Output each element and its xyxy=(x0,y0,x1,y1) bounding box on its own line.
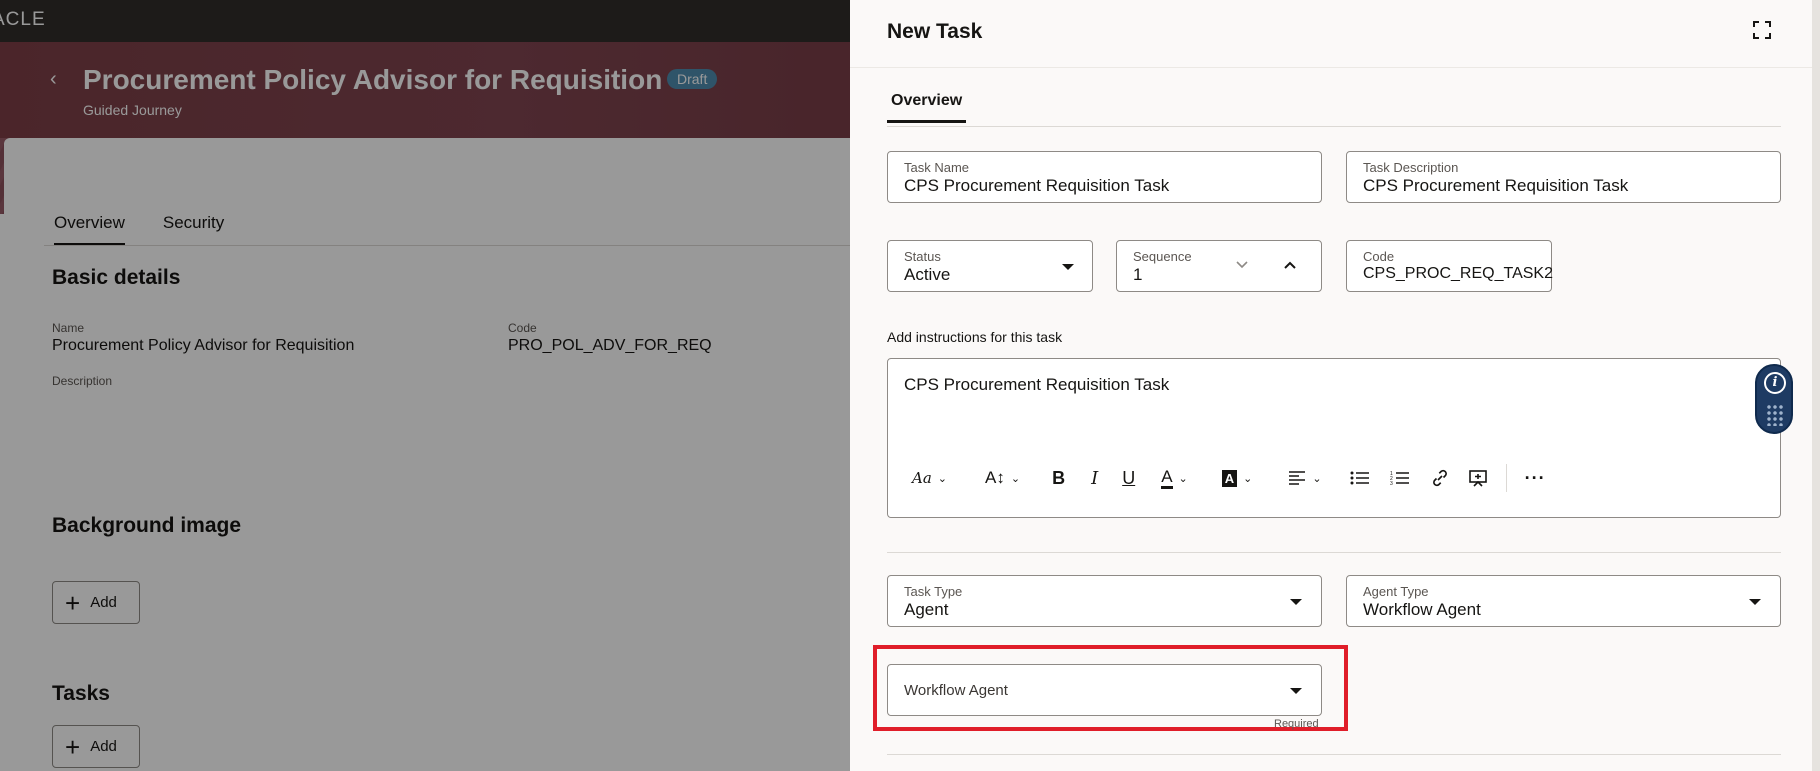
text-color-icon: A xyxy=(1161,467,1173,489)
status-value: Active xyxy=(904,265,951,284)
text-color-button[interactable]: A ⌄ xyxy=(1161,463,1188,493)
task-type-value: Agent xyxy=(904,600,949,619)
sequence-label: Sequence xyxy=(1133,249,1192,264)
info-icon[interactable]: i xyxy=(1764,372,1786,394)
chevron-down-icon xyxy=(1290,599,1302,605)
highlight-color-icon: A xyxy=(1221,469,1238,487)
chevron-down-icon: ⌄ xyxy=(1178,472,1188,485)
increment-icon[interactable] xyxy=(1283,260,1297,270)
drawer-header: New Task xyxy=(850,0,1812,68)
editor-toolbar: Aa ⌄ A↕ ⌄ B I U A ⌄ A ⌄ ⌄ 1 2 3 ··· xyxy=(912,463,1546,493)
expand-icon[interactable] xyxy=(1752,20,1772,40)
status-label: Status xyxy=(904,249,941,264)
svg-text:3: 3 xyxy=(1390,481,1393,486)
toolbar-separator xyxy=(1505,464,1507,492)
modal-overlay[interactable] xyxy=(0,0,850,771)
chevron-down-icon: ⌄ xyxy=(937,472,947,485)
agent-type-value: Workflow Agent xyxy=(1363,600,1481,619)
task-name-value: CPS Procurement Requisition Task xyxy=(904,176,1170,195)
sequence-value: 1 xyxy=(1133,265,1143,284)
font-family-button[interactable]: Aa ⌄ xyxy=(912,463,947,493)
chevron-down-icon xyxy=(1749,599,1761,605)
more-icon[interactable]: ··· xyxy=(1525,463,1546,493)
drawer-tabs: Overview xyxy=(887,92,967,123)
section-divider xyxy=(887,754,1781,755)
task-name-field[interactable]: Task Name CPS Procurement Requisition Ta… xyxy=(887,151,1322,203)
highlight-color-button[interactable]: A ⌄ xyxy=(1221,463,1253,493)
task-name-label: Task Name xyxy=(904,160,970,175)
tab-overview[interactable]: Overview xyxy=(887,92,967,123)
drawer-title: New Task xyxy=(887,20,983,43)
instructions-editor[interactable]: CPS Procurement Requisition Task Aa ⌄ A↕… xyxy=(887,358,1781,518)
task-description-label: Task Description xyxy=(1363,160,1459,175)
bold-icon[interactable]: B xyxy=(1052,463,1065,493)
insert-media-icon[interactable] xyxy=(1468,468,1488,488)
align-button[interactable]: ⌄ xyxy=(1288,463,1322,493)
instructions-label: Add instructions for this task xyxy=(887,329,1063,345)
code-field[interactable]: Code CPS_PROC_REQ_TASK2 xyxy=(1346,240,1553,292)
align-left-icon xyxy=(1289,471,1306,485)
chevron-down-icon xyxy=(1062,264,1074,270)
font-size-button[interactable]: A↕ ⌄ xyxy=(985,463,1020,493)
task-type-label: Task Type xyxy=(904,584,963,599)
agent-type-label: Agent Type xyxy=(1363,584,1429,599)
decrement-icon[interactable] xyxy=(1235,260,1249,270)
link-icon[interactable] xyxy=(1430,468,1450,488)
italic-icon[interactable]: I xyxy=(1091,463,1098,493)
chevron-down-icon: ⌄ xyxy=(1312,472,1322,485)
scrollbar[interactable] xyxy=(1812,0,1820,771)
underline-icon[interactable]: U xyxy=(1122,463,1135,493)
chevron-down-icon: ⌄ xyxy=(1010,472,1021,485)
numbered-list-icon[interactable]: 1 2 3 xyxy=(1390,470,1410,486)
task-type-select[interactable]: Task Type Agent xyxy=(887,575,1322,627)
font-size-icon: A↕ xyxy=(985,468,1005,487)
font-icon: Aa xyxy=(912,469,932,487)
instructions-text[interactable]: CPS Procurement Requisition Task xyxy=(904,375,1169,395)
tabs-divider xyxy=(887,126,1781,127)
background-page: ACLE ‹ Procurement Policy Advisor for Re… xyxy=(0,0,850,771)
required-hint: Required xyxy=(1274,718,1319,730)
bullet-list-icon[interactable] xyxy=(1350,470,1370,486)
status-select[interactable]: Status Active xyxy=(887,240,1093,292)
task-description-field[interactable]: Task Description CPS Procurement Requisi… xyxy=(1346,151,1781,203)
grid-dots-icon[interactable] xyxy=(1766,404,1784,426)
code-label: Code xyxy=(1363,249,1395,264)
sequence-stepper[interactable]: Sequence 1 xyxy=(1116,240,1322,292)
section-divider xyxy=(887,552,1781,553)
task-description-value: CPS Procurement Requisition Task xyxy=(1363,176,1629,195)
agent-type-select[interactable]: Agent Type Workflow Agent xyxy=(1346,575,1781,627)
assistant-widget[interactable]: i xyxy=(1755,364,1793,434)
code-value: CPS_PROC_REQ_TASK2 xyxy=(1363,265,1553,282)
chevron-down-icon: ⌄ xyxy=(1243,472,1253,485)
